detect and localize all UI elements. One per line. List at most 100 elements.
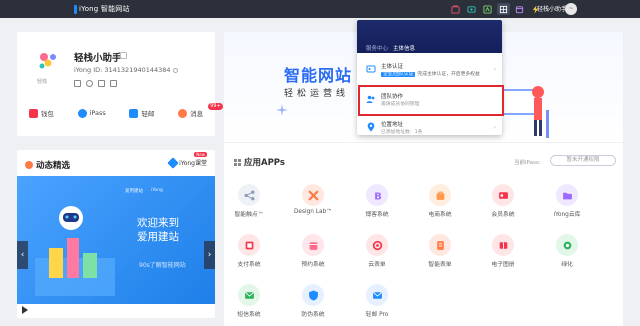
orders-icon[interactable]	[449, 3, 462, 15]
banner-subtitle: 90s了解智能网站	[139, 262, 186, 269]
app-anti-fake[interactable]: 防伪系统	[285, 284, 341, 318]
app-label: 防伪系统	[301, 312, 325, 318]
app-label: 绿化	[561, 262, 573, 268]
sms-icon	[238, 284, 260, 306]
shield-icon	[302, 284, 324, 306]
app-smart-form[interactable]: 智能表单	[412, 234, 468, 268]
play-icon[interactable]	[22, 306, 28, 314]
featured-card: 动态精选 iYong课堂 New 爱用建站 iYong 欢迎来到 爱用建站 90…	[17, 150, 215, 318]
menu-item-verification[interactable]: 主体认证 企业/团队认证 完成主体认证，开启更多权益 ›	[357, 58, 502, 82]
mail-icon[interactable]	[74, 80, 81, 87]
divider	[224, 142, 623, 143]
app-e-catalog[interactable]: 电子图册	[475, 234, 531, 268]
app-label: 智能表单	[428, 262, 452, 268]
message-count-badge: 99+	[208, 103, 223, 110]
mail-app-icon	[129, 108, 139, 118]
app-membership[interactable]: 会员系统	[475, 184, 531, 218]
grid-icon	[234, 158, 241, 166]
robot-illustration	[35, 206, 115, 296]
quick-menu-wallet[interactable]: 钱包	[28, 108, 54, 118]
ipass-label: 当前iPass:	[514, 160, 541, 166]
bot-caption: 轻栈	[37, 79, 48, 85]
promo-banner[interactable]: 爱用建站 iYong 欢迎来到 爱用建站 90s了解智能网站 ‹ ›	[17, 176, 215, 304]
dropdown-header: 服务中心 主体信息	[357, 20, 502, 53]
profile-card: 轻栈 轻栈小助手 iYong ID: 3141321940144384 钱包 i…	[17, 32, 223, 136]
top-user-name[interactable]: 轻栈小助手	[537, 4, 567, 13]
app-payment[interactable]: 支付系统	[221, 234, 277, 268]
verification-icon	[366, 65, 376, 73]
app-smart-touch[interactable]: 智能触点™	[221, 184, 277, 218]
organization-icon[interactable]	[497, 3, 510, 15]
menu-item-subtitle: 已添加地址数：1条	[381, 130, 423, 135]
menu-item-title: 主体认证	[381, 64, 404, 70]
banner-line-1: 欢迎来到	[137, 217, 179, 229]
share-icon	[238, 184, 260, 206]
bot-avatar-icon	[39, 53, 56, 69]
dropdown-head-label[interactable]: 服务中心	[366, 44, 388, 52]
link-icon[interactable]	[110, 80, 117, 87]
avatar[interactable]: ~	[565, 3, 577, 15]
app-design-lab[interactable]: Design Lab™	[285, 184, 341, 215]
dropdown-head-active[interactable]: 主体信息	[393, 44, 415, 52]
svg-text:B: B	[374, 191, 382, 201]
hero-subtitle: 轻松运营线	[284, 89, 350, 99]
edit-icon[interactable]	[120, 52, 127, 59]
app-greening[interactable]: 绿化	[539, 234, 595, 268]
location-icon	[367, 122, 375, 132]
catalog-icon	[492, 234, 514, 256]
apps-title-text: 应用APPs	[244, 158, 285, 168]
ipass-button[interactable]: 暂未开通权限	[550, 155, 616, 166]
logo[interactable]: iYong 智能网站	[74, 4, 130, 14]
apps-section-title: 应用APPs	[234, 156, 285, 168]
app-label: 电商系统	[428, 212, 452, 218]
app-label: 会员系统	[491, 212, 515, 218]
app-mail-pro[interactable]: 轻邮 Pro	[349, 284, 405, 318]
chat-icon[interactable]	[98, 80, 105, 87]
app-label: 支付系统	[237, 262, 261, 268]
shop-icon[interactable]	[465, 3, 478, 15]
top-bar: iYong 智能网站 轻栈小助手 ~	[0, 0, 640, 18]
app-cloud-form[interactable]: 云表单	[349, 234, 405, 268]
banner-headline: 欢迎来到 爱用建站	[137, 216, 179, 244]
calendar-icon[interactable]	[513, 3, 526, 15]
banner-logo-1: 爱用建站	[125, 189, 143, 194]
cloud-icon	[366, 234, 388, 256]
featured-title: 动态精选	[25, 159, 70, 171]
member-icon	[492, 184, 514, 206]
app-label: 轻邮 Pro	[365, 312, 389, 318]
app-cloud-library[interactable]: iYong云库	[539, 184, 595, 218]
classroom-label: iYong课堂	[179, 160, 207, 167]
profile-id: iYong ID: 3141321940144384	[74, 66, 178, 74]
prev-arrow-icon[interactable]: ‹	[17, 241, 28, 269]
new-badge: New	[194, 152, 207, 157]
app-label: 智能触点™	[234, 212, 264, 218]
app-sms[interactable]: 短信系统	[221, 284, 277, 318]
mail-pro-icon	[366, 284, 388, 306]
verify-chip[interactable]: 企业/团队认证	[381, 72, 416, 77]
quick-menu-label: iPass	[89, 109, 106, 117]
phone-icon[interactable]	[86, 80, 93, 87]
profile-name: 轻栈小助手	[74, 53, 122, 64]
quick-menu: 钱包 iPass 轻邮 消息 99+	[17, 103, 223, 118]
copy-icon[interactable]	[172, 67, 178, 73]
booking-icon	[302, 234, 324, 256]
next-arrow-icon[interactable]: ›	[204, 241, 215, 269]
ai-icon[interactable]	[481, 3, 494, 15]
social-links	[74, 80, 117, 87]
banner-logos: 爱用建站 iYong	[125, 188, 163, 194]
menu-item-address[interactable]: 位置地址 已添加地址数：1条 ›	[357, 116, 502, 135]
app-booking[interactable]: 预约系统	[285, 234, 341, 268]
logo-text: iYong 智能网站	[79, 5, 130, 13]
hero-title: 智能网站	[284, 66, 353, 85]
app-label: 电子图册	[491, 262, 515, 268]
highlight-box	[358, 85, 504, 116]
app-blog[interactable]: B 博客系统	[349, 184, 405, 218]
classroom-link[interactable]: iYong课堂 New	[167, 152, 207, 169]
menu-item-title: 位置地址	[381, 122, 404, 128]
quick-menu-messages[interactable]: 消息 99+	[178, 103, 223, 118]
ipass-icon	[77, 108, 87, 118]
app-ecommerce[interactable]: 电商系统	[412, 184, 468, 218]
blog-icon: B	[366, 184, 388, 206]
quick-menu-mail[interactable]: 轻邮	[129, 108, 154, 118]
quick-menu-ipass[interactable]: iPass	[77, 108, 106, 118]
